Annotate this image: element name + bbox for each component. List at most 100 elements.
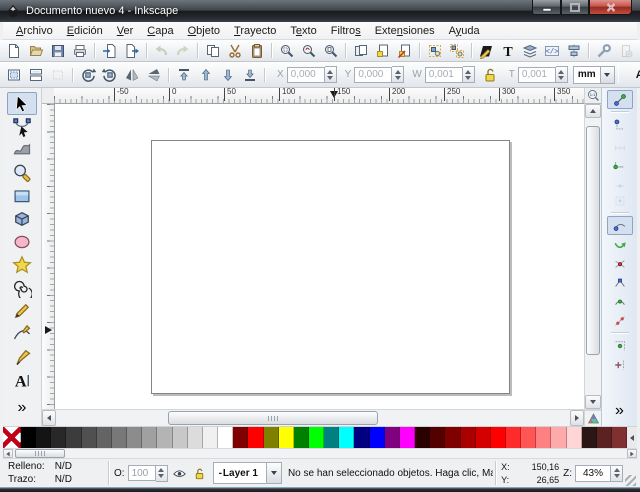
- snap-bbox-corners-button[interactable]: [607, 153, 633, 172]
- color-swatch-15[interactable]: [233, 427, 248, 448]
- h-input[interactable]: [518, 67, 556, 83]
- export-button[interactable]: [121, 41, 143, 61]
- color-swatch-26[interactable]: [400, 427, 415, 448]
- redo-button[interactable]: [172, 41, 194, 61]
- layers-dialog-button[interactable]: [519, 41, 541, 61]
- text-dialog-button[interactable]: T: [497, 41, 519, 61]
- star-button[interactable]: [7, 253, 37, 276]
- opacity-input[interactable]: [128, 465, 156, 481]
- menu-archivo[interactable]: Archivo: [9, 23, 60, 39]
- snap-smooth-nodes-button[interactable]: [607, 292, 633, 311]
- swatch-none[interactable]: [3, 427, 21, 448]
- menu-ver[interactable]: Ver: [110, 23, 141, 39]
- color-swatch-16[interactable]: [248, 427, 263, 448]
- fill-stroke-dialog-button[interactable]: [476, 41, 498, 61]
- opacity-spin-buttons[interactable]: [156, 465, 168, 482]
- y-input[interactable]: [354, 67, 392, 83]
- tweak-button[interactable]: [7, 138, 37, 161]
- palette-scroll-thumb[interactable]: [15, 449, 65, 458]
- color-swatch-8[interactable]: [127, 427, 142, 448]
- snap-cusp-nodes-button[interactable]: [607, 273, 633, 292]
- document-properties-button[interactable]: [615, 41, 637, 61]
- menu-texto[interactable]: Texto: [283, 23, 323, 39]
- color-swatch-17[interactable]: [264, 427, 279, 448]
- flip-vertical-button[interactable]: [143, 65, 165, 85]
- x-spin-buttons[interactable]: [325, 66, 337, 83]
- snap-bbox-centers-button[interactable]: [607, 191, 633, 210]
- color-swatch-34[interactable]: [521, 427, 536, 448]
- color-swatch-33[interactable]: [506, 427, 521, 448]
- snap-bbox-edge-midpoints-button[interactable]: [607, 172, 633, 191]
- color-swatch-6[interactable]: [97, 427, 112, 448]
- unlink-clone-button[interactable]: [394, 41, 416, 61]
- palette-scrollbar[interactable]: [3, 448, 637, 458]
- align-distribute-button[interactable]: [563, 41, 585, 61]
- select-all-button[interactable]: [3, 65, 25, 85]
- menu-trayecto[interactable]: Trayecto: [227, 23, 283, 39]
- color-swatch-35[interactable]: [536, 427, 551, 448]
- selector-button[interactable]: [7, 92, 37, 115]
- vscroll-track[interactable]: [585, 118, 601, 395]
- unit-select[interactable]: mm: [573, 66, 615, 84]
- menu-extensiones[interactable]: Extensiones: [368, 23, 442, 39]
- color-swatch-11[interactable]: [173, 427, 188, 448]
- snap-bbox-button[interactable]: [607, 115, 633, 134]
- open-document-button[interactable]: [25, 41, 47, 61]
- lower-button[interactable]: [217, 65, 239, 85]
- w-input[interactable]: [425, 67, 463, 83]
- zoom-input[interactable]: [575, 465, 611, 482]
- group-button[interactable]: [424, 41, 446, 61]
- menu-ayuda[interactable]: Ayuda: [442, 23, 487, 39]
- zoom-selection-button[interactable]: [276, 41, 298, 61]
- snapbar-overflow-chevron[interactable]: »: [615, 402, 624, 420]
- color-swatch-36[interactable]: [551, 427, 566, 448]
- color-swatch-37[interactable]: [567, 427, 582, 448]
- node-editor-button[interactable]: [7, 115, 37, 138]
- color-swatch-12[interactable]: [188, 427, 203, 448]
- palette-scroll-track[interactable]: [65, 449, 627, 458]
- menu-edicion[interactable]: Edición: [60, 23, 110, 39]
- color-swatch-28[interactable]: [430, 427, 445, 448]
- paste-button[interactable]: [246, 41, 268, 61]
- resize-grip[interactable]: [625, 475, 636, 486]
- x-input[interactable]: [287, 67, 325, 83]
- color-swatch-2[interactable]: [36, 427, 51, 448]
- color-swatch-3[interactable]: [51, 427, 66, 448]
- select-all-layers-button[interactable]: [25, 65, 47, 85]
- color-swatch-7[interactable]: [112, 427, 127, 448]
- color-swatch-29[interactable]: [445, 427, 460, 448]
- undo-button[interactable]: [151, 41, 173, 61]
- rotate-cw-button[interactable]: [99, 65, 121, 85]
- snap-rotation-centers-button[interactable]: [607, 355, 633, 374]
- snap-enable-button[interactable]: [607, 90, 633, 109]
- snap-midpoints-button[interactable]: [607, 311, 633, 330]
- lower-to-bottom-button[interactable]: [239, 65, 261, 85]
- vscroll-thumb[interactable]: [586, 126, 600, 355]
- ungroup-button[interactable]: [446, 41, 468, 61]
- y-spin-buttons[interactable]: [392, 66, 404, 83]
- ellipse-button[interactable]: [7, 230, 37, 253]
- vertical-ruler[interactable]: [42, 104, 55, 409]
- chevron-down-icon[interactable]: [600, 67, 614, 83]
- color-swatch-10[interactable]: [157, 427, 172, 448]
- rectangle-button[interactable]: [7, 184, 37, 207]
- layer-select[interactable]: - Layer 1: [213, 462, 282, 484]
- horizontal-ruler[interactable]: -50050100150200250300350: [54, 88, 584, 104]
- color-swatch-39[interactable]: [597, 427, 612, 448]
- menu-objeto[interactable]: Objeto: [181, 23, 227, 39]
- copy-button[interactable]: [202, 41, 224, 61]
- color-swatch-31[interactable]: [476, 427, 491, 448]
- toolbox-overflow-chevron[interactable]: »: [18, 399, 27, 417]
- palette-scroll-left-button[interactable]: [3, 449, 13, 458]
- titlebar[interactable]: Documento nuevo 4 - Inkscape: [0, 0, 640, 22]
- scroll-left-button[interactable]: [42, 410, 56, 426]
- scroll-down-button[interactable]: [585, 395, 601, 409]
- palette-more-button[interactable]: [627, 427, 637, 448]
- hscroll-track[interactable]: [56, 410, 570, 426]
- xml-editor-button[interactable]: </>: [541, 41, 563, 61]
- color-swatch-38[interactable]: [582, 427, 597, 448]
- box-3d-button[interactable]: [7, 207, 37, 230]
- print-document-button[interactable]: [69, 41, 91, 61]
- rotate-ccw-button[interactable]: [77, 65, 99, 85]
- pencil-button[interactable]: [7, 299, 37, 322]
